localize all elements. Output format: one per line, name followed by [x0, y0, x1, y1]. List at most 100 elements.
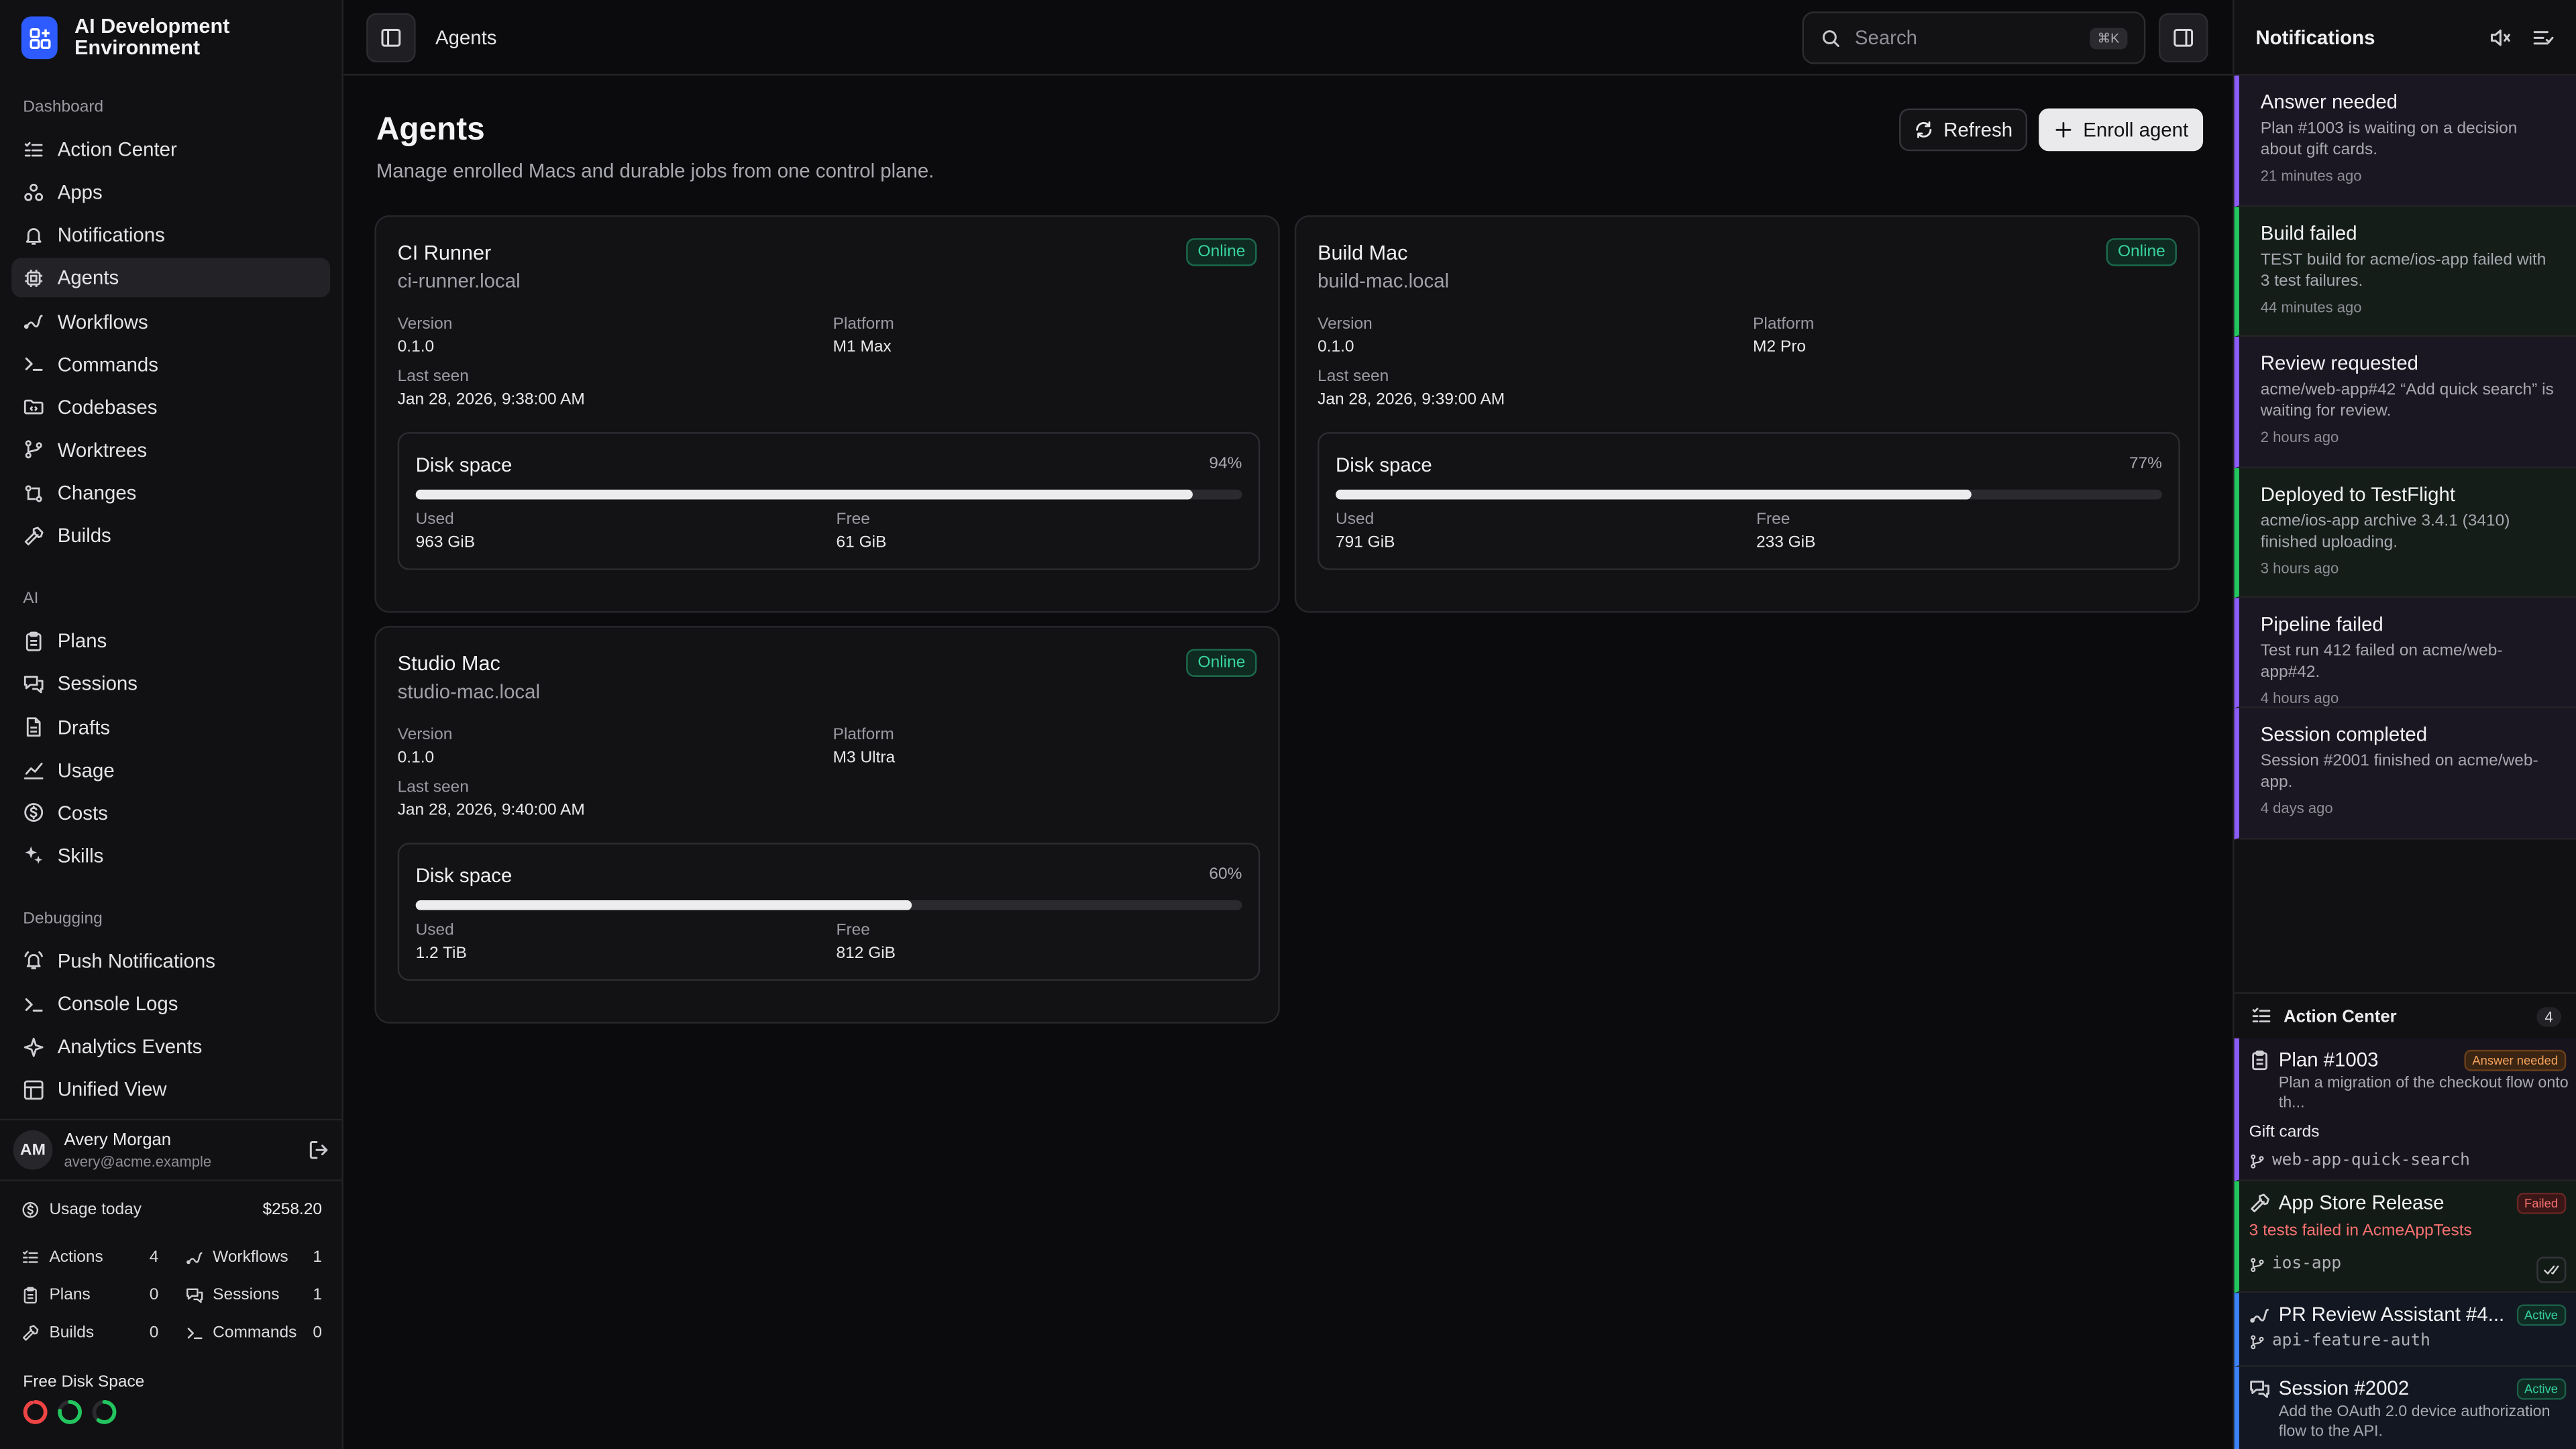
disk-ring-build-mac[interactable]	[56, 1398, 84, 1426]
action-item-title: App Store Release	[2278, 1191, 2445, 1214]
user-name: Avery Morgan	[64, 1130, 172, 1150]
free-disk-space-title: Free Disk Space	[23, 1373, 145, 1392]
sidebar-item-label: Commands	[57, 352, 158, 376]
sidebar-item-changes[interactable]: Changes	[11, 474, 330, 513]
sidebar-item-push-notifications[interactable]: Push Notifications	[11, 941, 330, 981]
list-checks-icon	[23, 139, 44, 160]
disk-progress-fill	[415, 489, 1193, 500]
sidebar-item-codebases[interactable]: Codebases	[11, 388, 330, 427]
search-shortcut: ⌘K	[2089, 27, 2128, 49]
clipboard-icon	[23, 631, 44, 652]
toggle-sidebar-button[interactable]	[366, 12, 416, 62]
notification-item[interactable]: Review requested acme/web-app#42 “Add qu…	[2234, 337, 2576, 468]
action-item-plan-1003[interactable]: Plan #1003 Answer needed Plan a migratio…	[2234, 1038, 2576, 1181]
sidebar-item-label: Sessions	[57, 672, 138, 696]
sidebar-item-analytics-events[interactable]: Analytics Events	[11, 1027, 330, 1067]
dollar-icon	[23, 802, 44, 824]
action-center-header[interactable]: Action Center 4	[2234, 992, 2576, 1038]
stat-sessions[interactable]: Sessions 1	[185, 1283, 322, 1308]
stat-workflows[interactable]: Workflows 1	[185, 1245, 322, 1270]
disk-rings[interactable]	[21, 1398, 118, 1426]
sidebar-item-costs[interactable]: Costs	[11, 793, 330, 833]
last-seen-label: Last seen	[1318, 368, 1389, 386]
stat-builds[interactable]: Builds 0	[21, 1321, 158, 1346]
usage-today[interactable]: Usage today $258.20	[21, 1201, 322, 1219]
disk-progress-bar	[1336, 489, 2162, 500]
disk-free: Free 233 GiB	[1756, 511, 1816, 552]
action-item-description: Plan a migration of the checkout flow on…	[2278, 1074, 2569, 1112]
search-input[interactable]: Search ⌘K	[1802, 11, 2146, 64]
stat-label: Commands	[213, 1324, 297, 1342]
action-item-session-2002[interactable]: Session #2002 Active Add the OAuth 2.0 d…	[2234, 1366, 2576, 1449]
action-item-branch: ios-app	[2239, 1255, 2576, 1273]
brand[interactable]: AI Development Environment	[0, 0, 341, 76]
action-item-app-store-release[interactable]: App Store Release Failed 3 tests failed …	[2234, 1181, 2576, 1293]
hammer-icon	[2249, 1192, 2271, 1214]
page-title: Agents	[376, 111, 485, 148]
last-seen-label: Last seen	[397, 778, 469, 797]
disk-ring-ci-runner[interactable]	[21, 1398, 50, 1426]
notification-body: Plan #1003 is waiting on a decision abou…	[2260, 119, 2518, 160]
stat-actions[interactable]: Actions 4	[21, 1245, 158, 1270]
stat-label: Actions	[49, 1248, 103, 1267]
sidebar-item-builds[interactable]: Builds	[11, 517, 330, 556]
refresh-button[interactable]: Refresh	[1899, 108, 2028, 152]
status-badge: Answer needed	[2464, 1049, 2567, 1071]
dollar-icon	[21, 1201, 40, 1219]
sidebar-item-apps[interactable]: Apps	[11, 172, 330, 212]
notification-item[interactable]: Deployed to TestFlight acme/ios-app arch…	[2234, 467, 2576, 598]
notification-item[interactable]: Session completed Session #2001 finished…	[2234, 708, 2576, 839]
search-placeholder: Search	[1854, 26, 1918, 50]
agent-card-ci-runner[interactable]: CI Runner ci-runner.local Online Version…	[374, 215, 1280, 613]
action-item-title: PR Review Assistant #4...	[2278, 1303, 2505, 1326]
last-seen-value: Jan 28, 2026, 9:40:00 AM	[397, 802, 585, 820]
sidebar-item-skills[interactable]: Skills	[11, 836, 330, 875]
disk-space-percent: 94%	[1209, 455, 1242, 474]
used-label: Used	[415, 511, 454, 529]
user-profile[interactable]: AM Avery Morgan avery@acme.example	[0, 1118, 343, 1181]
sidebar-item-unified-view[interactable]: Unified View	[11, 1070, 330, 1110]
mark-all-read-icon[interactable]	[2532, 25, 2555, 48]
notification-body: Session #2001 finished on acme/web-app.	[2260, 752, 2538, 792]
last-seen-value: Jan 28, 2026, 9:39:00 AM	[1318, 390, 1505, 409]
stat-commands[interactable]: Commands 0	[185, 1321, 322, 1346]
disk-used: Used 791 GiB	[1336, 511, 1395, 552]
sidebar-item-worktrees[interactable]: Worktrees	[11, 431, 330, 470]
notification-item[interactable]: Answer needed Plan #1003 is waiting on a…	[2234, 75, 2576, 207]
agent-name: Build Mac	[1318, 241, 1408, 265]
disk-progress-bar	[415, 900, 1242, 910]
sidebar-item-plans[interactable]: Plans	[11, 621, 330, 661]
status-badge: Failed	[2516, 1191, 2567, 1214]
notification-item[interactable]: Build failed TEST build for acme/ios-app…	[2234, 206, 2576, 337]
agent-card-build-mac[interactable]: Build Mac build-mac.local Online Version…	[1294, 215, 2200, 613]
acknowledge-button[interactable]	[2536, 1256, 2567, 1283]
bell-ring-icon	[23, 951, 44, 972]
sidebar-item-workflows[interactable]: Workflows	[11, 302, 330, 341]
stat-label-group: Sessions	[185, 1287, 280, 1304]
sidebar-item-action-center[interactable]: Action Center	[11, 129, 330, 169]
sidebar-item-agents[interactable]: Agents	[11, 258, 331, 299]
stat-plans[interactable]: Plans 0	[21, 1283, 158, 1308]
sidebar-item-commands[interactable]: Commands	[11, 345, 330, 384]
stat-label-group: Actions	[21, 1248, 103, 1267]
disk-ring-studio-mac[interactable]	[91, 1398, 119, 1426]
nav-debugging: Push Notifications Console Logs Analytic…	[0, 941, 341, 1110]
sidebar-item-sessions[interactable]: Sessions	[11, 664, 330, 704]
platform-value: M2 Pro	[1753, 338, 1807, 357]
sidebar-item-usage[interactable]: Usage	[11, 750, 330, 790]
branch-name: api-feature-auth	[2271, 1332, 2430, 1351]
sidebar-item-console-logs[interactable]: Console Logs	[11, 984, 330, 1024]
agent-card-studio-mac[interactable]: Studio Mac studio-mac.local Online Versi…	[374, 626, 1280, 1024]
sidebar-item-label: Action Center	[57, 138, 177, 161]
sidebar-item-label: Apps	[57, 180, 103, 205]
sidebar-item-notifications[interactable]: Notifications	[11, 216, 330, 256]
mute-icon[interactable]	[2489, 25, 2512, 48]
toggle-right-panel-button[interactable]	[2158, 13, 2208, 63]
enroll-agent-button[interactable]: Enroll agent	[2039, 108, 2204, 152]
notification-item[interactable]: Pipeline failed Test run 412 failed on a…	[2234, 598, 2576, 708]
used-label: Used	[1336, 511, 1375, 529]
sidebar-item-drafts[interactable]: Drafts	[11, 707, 330, 747]
logout-icon[interactable]	[307, 1138, 330, 1161]
sidebar-item-label: Drafts	[57, 715, 111, 739]
action-item-pr-review[interactable]: PR Review Assistant #4... Active api-fea…	[2234, 1293, 2576, 1367]
